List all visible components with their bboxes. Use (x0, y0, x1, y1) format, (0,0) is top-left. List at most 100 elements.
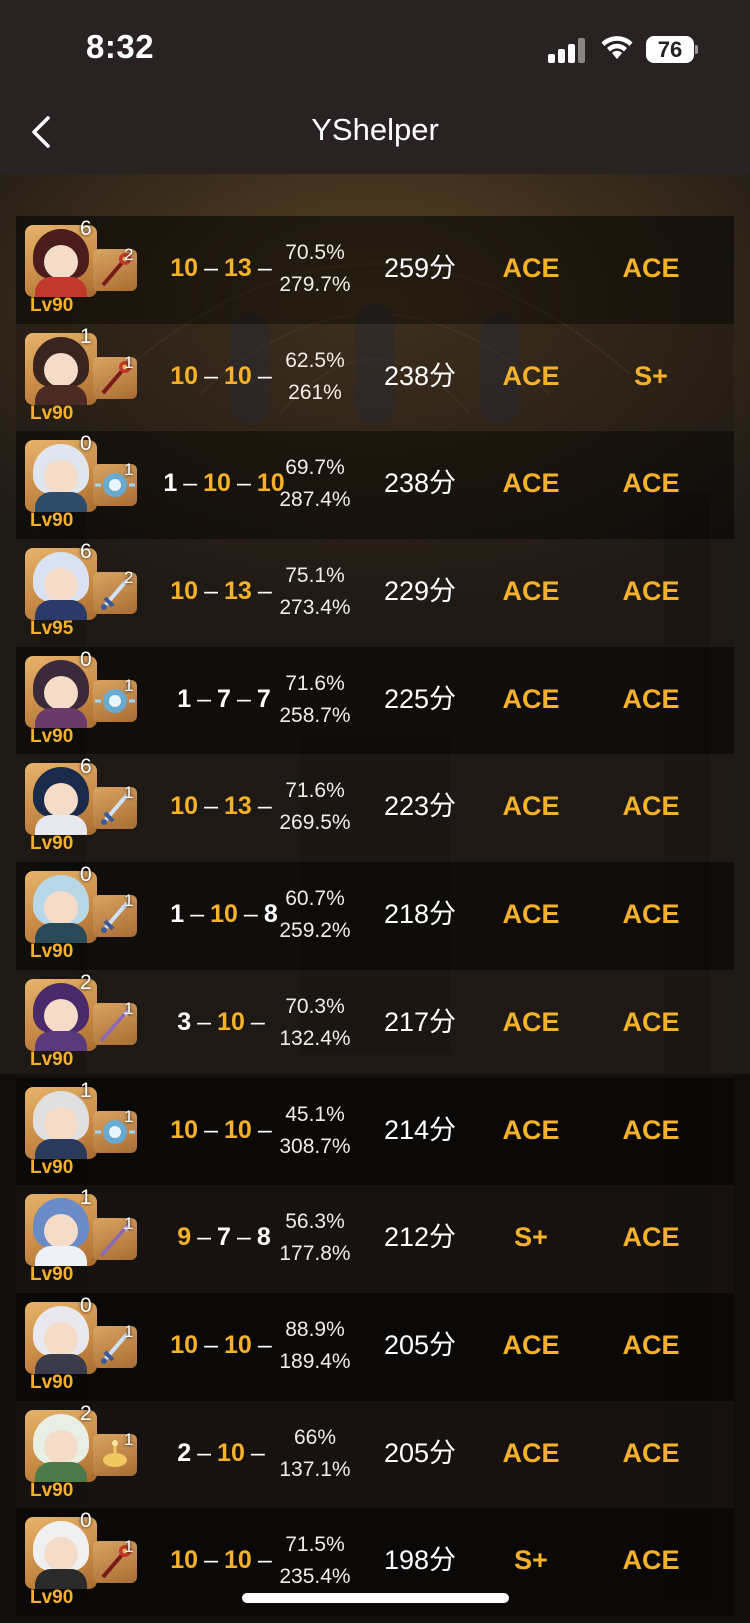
crit-damage: 137.1% (279, 1457, 351, 1481)
talent-level: 1 (163, 469, 178, 498)
character-row[interactable]: 6 1 Lv90 10–13–71.6% 269.5% 223分 ACE ACE (16, 754, 734, 863)
crit-damage: 259.2% (279, 919, 351, 943)
talent-separator: – (236, 1223, 251, 1252)
character-level: Lv90 (30, 510, 74, 532)
talent-level: 10 (203, 469, 231, 498)
score: 217分 (383, 1006, 457, 1037)
crit-stats: 45.1% 308.7% (260, 1099, 370, 1163)
crit-stats: 56.3% 177.8% (260, 1206, 370, 1270)
talent-separator: – (190, 900, 205, 929)
grade-secondary: ACE (622, 1006, 680, 1037)
grade-secondary: ACE (622, 468, 680, 499)
crit-damage: 261% (288, 380, 342, 404)
talent-level: 2 (177, 1438, 192, 1467)
character-row[interactable]: 2 1 Lv90 3–10–70.3% 132.4% 217分 ACE ACE (16, 969, 734, 1078)
grade-secondary: ACE (622, 1222, 680, 1253)
weapon-refinement: 1 (124, 1429, 134, 1449)
character-level: Lv90 (30, 941, 74, 963)
talent-level: 10 (210, 900, 238, 929)
constellation-count: 0 (80, 1293, 92, 1317)
character-row[interactable]: 0 1 Lv90 1–10–8 60.7% 259.2% 218分 ACE ACE (16, 862, 734, 970)
crit-damage: 269.5% (279, 811, 351, 835)
constellation-count: 0 (80, 432, 92, 456)
crit-stats: 71.5% 235.4% (260, 1529, 370, 1593)
battery-level: 76 (657, 37, 683, 62)
crit-rate: 71.5% (285, 1533, 345, 1557)
weapon-refinement: 1 (124, 1321, 134, 1341)
character-row[interactable]: 1 1 Lv90 9–7–8 56.3% 177.8% 212分 S+ ACE (16, 1185, 734, 1293)
crit-rate: 88.9% (285, 1317, 345, 1341)
portrait-outfit (35, 815, 87, 836)
crit-rate: 75.1% (285, 564, 345, 588)
character-level: Lv90 (30, 725, 74, 747)
crit-damage: 273.4% (279, 596, 351, 620)
grade-primary: ACE (502, 1114, 560, 1145)
portrait-outfit (35, 1246, 87, 1267)
character-row[interactable]: 6 2 Lv95 10–13–75.1% 273.4% 229分 ACE ACE (16, 539, 734, 647)
page-title: YShelper (311, 112, 439, 147)
crit-rate: 70.5% (285, 241, 345, 264)
portrait-outfit (35, 1030, 87, 1051)
score: 223分 (383, 791, 457, 822)
constellation-count: 0 (80, 863, 92, 887)
grade-secondary: ACE (622, 576, 680, 607)
score: 225分 (383, 683, 457, 714)
weapon-refinement: 1 (124, 998, 134, 1018)
talent-level: 10 (170, 792, 199, 821)
character-row[interactable]: 6 2 Lv90 10–13–70.5% 279.7% 259分 ACE ACE (16, 216, 734, 324)
constellation-count: 6 (80, 755, 92, 779)
crit-rate: 71.6% (285, 779, 345, 803)
portrait-outfit (35, 1461, 87, 1482)
crit-rate: 70.3% (285, 994, 345, 1018)
character-row[interactable]: 1 1 Lv90 10–10–45.1% 308.7% 214分 ACE ACE (16, 1077, 734, 1186)
weapon-refinement: 1 (124, 1537, 134, 1557)
portrait-face (44, 1429, 78, 1464)
weapon-refinement: 1 (124, 1214, 134, 1234)
portrait-outfit (35, 600, 87, 621)
talent-level: 7 (217, 1223, 231, 1252)
talent-level: 13 (224, 577, 252, 606)
talent-level: 3 (177, 1007, 192, 1036)
portrait-face (44, 245, 78, 279)
home-indicator[interactable] (242, 1593, 509, 1603)
portrait-face (44, 998, 78, 1033)
crit-stats: 70.3% 132.4% (260, 991, 370, 1055)
crit-rate: 69.7% (285, 456, 345, 480)
talent-level: 10 (170, 361, 199, 390)
portrait-face (44, 675, 78, 710)
character-row[interactable]: 2 1 Lv90 2–10–66% 137.1% 205分 ACE ACE (16, 1400, 734, 1509)
crit-rate: 71.6% (285, 671, 345, 695)
crit-damage: 258.7% (279, 703, 351, 727)
crit-rate: 56.3% (285, 1210, 345, 1234)
character-row[interactable]: 0 1 Lv90 10–10–88.9% 189.4% 205分 ACE ACE (16, 1292, 734, 1401)
weapon-refinement: 1 (124, 1106, 134, 1126)
talent-level: 10 (217, 1438, 245, 1467)
portrait-outfit (35, 384, 87, 405)
crit-rate: 60.7% (285, 887, 345, 911)
talent-level: 7 (217, 684, 231, 713)
talent-level: 10 (170, 577, 199, 606)
grade-primary: ACE (502, 899, 560, 930)
crit-stats: 60.7% 259.2% (260, 883, 370, 947)
character-level: Lv90 (30, 402, 74, 424)
weapon-refinement: 1 (124, 460, 134, 480)
grade-secondary: ACE (622, 1545, 680, 1576)
top-bar: 8:32 76 YShelper (0, 0, 750, 174)
talent-level: 10 (170, 1546, 199, 1575)
score: 212分 (383, 1222, 457, 1253)
talent-separator: – (204, 577, 218, 606)
crit-damage: 287.4% (279, 488, 351, 512)
talent-separator: – (183, 469, 198, 498)
character-level: Lv90 (30, 1479, 74, 1501)
crit-rate: 62.5% (285, 348, 345, 372)
crit-damage: 177.8% (279, 1242, 351, 1266)
weapon-refinement: 1 (124, 352, 134, 372)
talent-level: 1 (170, 900, 185, 929)
character-row[interactable]: 0 1 Lv90 1–7–7 71.6% 258.7% 225分 ACE ACE (16, 646, 734, 755)
score: 238分 (383, 468, 457, 499)
grade-secondary: ACE (622, 1114, 680, 1145)
character-row[interactable]: 0 1 Lv90 1–10–10 69.7% 287.4% 238分 ACE ACE (16, 431, 734, 540)
character-row[interactable]: 1 1 Lv90 10–10–62.5% 261% 238分 ACE S+ (16, 323, 734, 432)
portrait-outfit (35, 1353, 87, 1374)
talent-separator: – (236, 469, 251, 498)
